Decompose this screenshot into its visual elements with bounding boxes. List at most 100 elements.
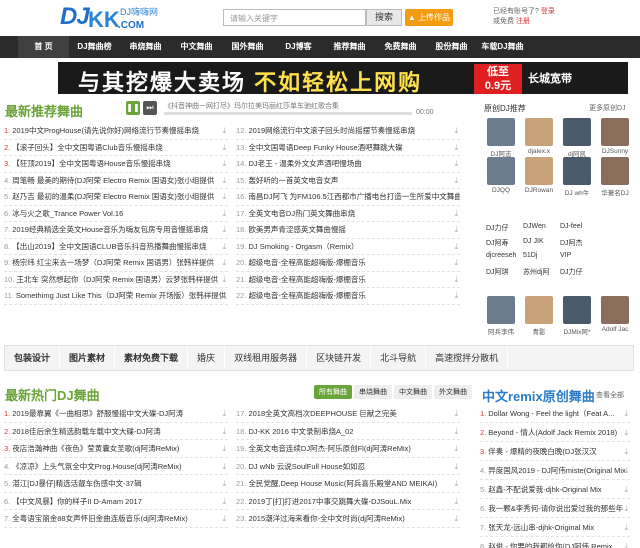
song-row[interactable]: 2. 【滚子回头】全中文国粤语Club音乐慢摇串烧 ⤓ <box>4 140 228 156</box>
song-row[interactable]: 2. Beyond - 情人(Adolf Jack Remix 2018) ⤓ <box>480 423 630 442</box>
song-row[interactable]: 4. 异度国风2019 - DJ阿伟miste(Original Mix ⤓ <box>480 461 630 480</box>
download-icon[interactable]: ⤓ <box>624 499 628 517</box>
song-title[interactable]: 全民党醒,Deep House Music(阿兵喜乐殿堂AND MEIKAI) <box>248 479 437 488</box>
dj-name-link[interactable]: DJWen <box>523 223 560 233</box>
dj-profile[interactable]: DJ wh牛 <box>558 157 596 197</box>
avatar[interactable] <box>601 118 629 146</box>
nav-item-7[interactable]: 免费舞曲 <box>375 36 426 58</box>
song-row[interactable]: 17. 2018全英文高档次DEEPHOUSE 巨献之完美 ⤓ <box>236 405 460 423</box>
search-input[interactable]: 请输入关键字 <box>223 9 366 26</box>
song-title[interactable]: 2018全英文高档次DEEPHOUSE 巨献之完美 <box>248 409 396 418</box>
download-icon[interactable]: ⤓ <box>454 405 458 422</box>
song-row[interactable]: 9. 杨宗纬 红尘来去一场梦（DJ阿荣 Remix 国语男）张韩祥提供 ⤓ <box>4 255 228 272</box>
dj-name[interactable]: djalex.x <box>520 148 558 155</box>
download-icon[interactable]: ⤓ <box>454 475 458 492</box>
dj-name[interactable]: 华著名DJ <box>596 187 634 197</box>
avatar[interactable] <box>563 157 591 185</box>
download-icon[interactable]: ⤓ <box>624 461 628 479</box>
download-icon[interactable]: ⤓ <box>454 206 458 222</box>
download-icon[interactable]: ⤓ <box>222 510 226 527</box>
sponsor-link[interactable]: 素材免费下载 <box>115 346 189 370</box>
nav-item-8[interactable]: 股份舞曲 <box>426 36 477 58</box>
song-row[interactable]: 7. 张天龙-远山串-djhk-Original Mix ⤓ <box>480 518 630 537</box>
song-row[interactable]: 1. 2019中文ProgHouse(请先说你好)网络流行节奏慢摇串烧 ⤓ <box>4 123 228 140</box>
song-row[interactable]: 1. 2019最靠翼《一曲相思》舒服慢摇中文大碟-DJ阿涛 ⤓ <box>4 405 228 423</box>
download-icon[interactable]: ⤓ <box>454 458 458 475</box>
song-row[interactable]: 5. 赵鑫-不配说爱我-djhk-Original Mix ⤓ <box>480 480 630 499</box>
song-title[interactable]: 全粤语宝丽金88女声怀旧金曲连版音乐(dj阿涛ReMix) <box>12 514 187 523</box>
song-title[interactable]: 我一颗&李秀何-请你说出爱过我的那些年 <box>488 504 623 513</box>
song-row[interactable]: 3. 伴奏 - 爆精的夜晚白晚(DJ张汉汉 ⤓ <box>480 442 630 461</box>
dj-profile[interactable]: dj阿凯 <box>558 118 596 158</box>
download-icon[interactable]: ⤓ <box>222 156 226 172</box>
song-title[interactable]: 2019经典精选全英文House音乐为嗨友包房专用音慢摇串烧 <box>12 225 208 234</box>
song-row[interactable]: 6. 我一颗&李秀何-请你说出爱过我的那些年 ⤓ <box>480 499 630 518</box>
song-title[interactable]: 【滚子回头】全中文国粤语Club音乐慢摇串烧 <box>12 143 162 152</box>
site-logo[interactable]: DJ KK DJ嗨嗨网 .COM <box>60 3 170 33</box>
song-row[interactable]: 14. DJ老王 - 温柔外文女声酒吧慢场曲 ⤓ <box>236 156 460 173</box>
dj-name-link[interactable]: DJ-feel <box>560 223 597 233</box>
dj-profile[interactable]: djalex.x <box>520 118 558 158</box>
upload-button[interactable]: ▲ 上传作品 <box>405 9 453 26</box>
download-icon[interactable]: ⤓ <box>624 518 628 536</box>
avatar[interactable] <box>487 157 515 185</box>
song-row[interactable]: 7. 全粤语宝丽金88女声怀旧金曲连版音乐(dj阿涛ReMix) ⤓ <box>4 510 228 528</box>
download-icon[interactable]: ⤓ <box>454 173 458 189</box>
song-row[interactable]: 4. 周笔畅 最美的期待(DJ阿荣 Electro Remix 国语女)张小组提供… <box>4 173 228 189</box>
song-row[interactable]: 5. 赵乃吉 最初的温柔(DJ阿荣 Electro Remix 国语女)张小组提供… <box>4 189 228 206</box>
song-title[interactable]: 南昌DJ阿飞 为FM106.5江西都市广播电台打造一生所爱中文舞曲 <box>248 192 460 201</box>
dj-name[interactable]: DJ wh牛 <box>558 187 596 197</box>
sponsor-link[interactable]: 北斗导航 <box>371 346 427 370</box>
dj-profile[interactable]: DJQQ <box>482 157 520 197</box>
download-icon[interactable]: ⤓ <box>222 206 226 222</box>
download-icon[interactable]: ⤓ <box>454 440 458 457</box>
register-link[interactable]: 注册 <box>516 18 530 25</box>
download-icon[interactable]: ⤓ <box>222 475 226 492</box>
song-row[interactable]: 8. 【出山2019】全中文国语CLUB音乐抖音热播舞曲慢摇串烧 ⤓ <box>4 239 228 255</box>
nav-item-0[interactable]: 首 页 <box>18 36 69 58</box>
song-row[interactable]: 20. 超级电音-全程高能超嗨版-爆棚音乐 ⤓ <box>236 255 460 272</box>
song-row[interactable]: 22. 超级电音-全程高能超嗨版-爆棚音乐 ⤓ <box>236 288 460 305</box>
song-row[interactable]: 6. 【中文风暴】你的样子II D-Amam 2017 ⤓ <box>4 493 228 510</box>
dj-name-link[interactable]: 苏州dj阿 <box>523 267 560 277</box>
sponsor-link[interactable]: 婚庆 <box>188 346 226 370</box>
download-icon[interactable]: ⤓ <box>624 404 628 422</box>
dj-name[interactable]: 青影 <box>520 326 558 336</box>
search-button[interactable]: 搜索 <box>366 9 402 26</box>
download-icon[interactable]: ⤓ <box>454 255 458 271</box>
song-row[interactable]: 20. DJ wNb 云说SoulFull House如如忍 ⤓ <box>236 458 460 475</box>
dj-name-link[interactable]: DJ力仔 <box>560 267 597 277</box>
dj-profile[interactable]: 阿兵李伟 <box>482 296 520 336</box>
download-icon[interactable]: ⤓ <box>624 442 628 460</box>
song-title[interactable]: 湛江[DJ暴仔]精选活靓车伤感中文-37辑 <box>12 479 141 488</box>
song-title[interactable]: DJ wNb 云说SoulFull House如如忍 <box>248 462 365 471</box>
download-icon[interactable]: ⤓ <box>454 189 458 205</box>
avatar[interactable] <box>525 157 553 185</box>
song-row[interactable]: 19. DJ Smoking - Orgasm（Remix） ⤓ <box>236 239 460 255</box>
nav-item-1[interactable]: DJ舞曲榜 <box>69 36 120 58</box>
dj-profile[interactable]: Adolf Jac <box>596 296 634 336</box>
hot-tab-2[interactable]: 中文舞曲 <box>394 385 432 399</box>
dj-name[interactable]: DJSunny <box>596 148 634 155</box>
nav-item-5[interactable]: DJ博客 <box>273 36 324 58</box>
dj-name-link[interactable]: 51Dj <box>523 252 560 259</box>
remix-more-link[interactable]: 查看全部 <box>596 390 624 400</box>
dj-profile[interactable]: DJ阿志 <box>482 118 520 158</box>
song-title[interactable]: 2019中文ProgHouse(请先说你好)网络流行节奏慢摇串烧 <box>12 126 199 135</box>
download-icon[interactable]: ⤓ <box>222 255 226 271</box>
download-icon[interactable]: ⤓ <box>222 222 226 238</box>
dj-name[interactable]: DJQQ <box>482 187 520 194</box>
song-title[interactable]: 《凉凉》上头气氛全中文Prog.House(dj阿涛ReMix) <box>12 462 181 471</box>
song-title[interactable]: 异度国风2019 - DJ阿伟miste(Original Mix <box>488 466 626 475</box>
dj-name[interactable]: DJRowan <box>520 187 558 194</box>
hot-tab-0[interactable]: 所有舞曲 <box>314 385 352 399</box>
download-icon[interactable]: ⤓ <box>454 123 458 139</box>
song-title[interactable]: 欧美男声青涩感英文舞曲慢摇 <box>248 225 346 234</box>
avatar[interactable] <box>601 296 629 324</box>
song-title[interactable]: 张天龙-远山串-djhk-Original Mix <box>488 523 594 532</box>
song-title[interactable]: Beyond - 情人(Adolf Jack Remix 2018) <box>488 428 617 437</box>
song-row[interactable]: 22. 2019丁[打]打进2017中事交跳舞大碟-DJSouL.Mix ⤓ <box>236 493 460 510</box>
hot-tab-1[interactable]: 串烧舞曲 <box>354 385 392 399</box>
song-title[interactable]: 2019网络流行中文滚子回头时尚摇摆节奏慢摇串烧 <box>248 126 415 135</box>
avatar[interactable] <box>563 296 591 324</box>
